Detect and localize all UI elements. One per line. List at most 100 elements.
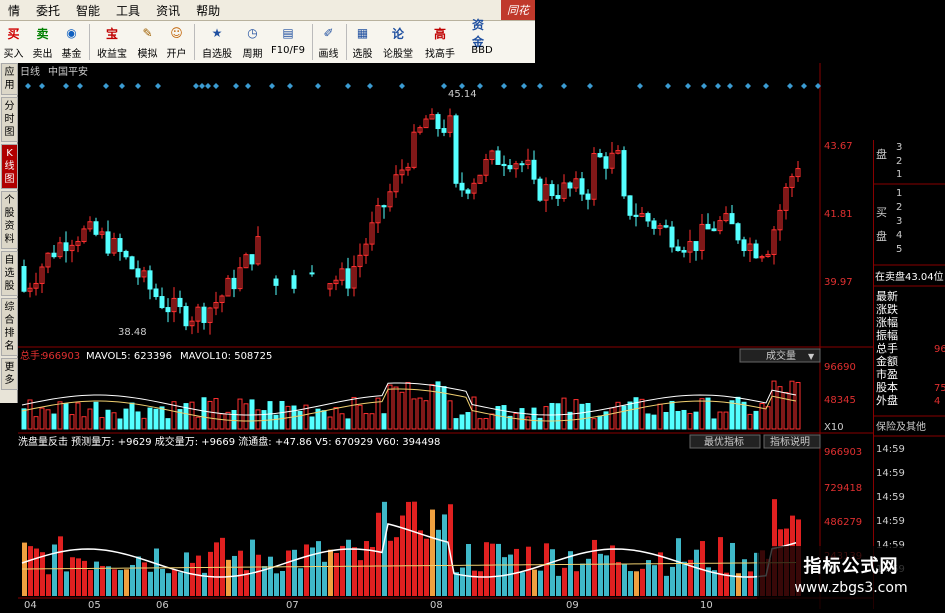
indicator-bar [418,530,423,596]
volume-bar [309,416,315,430]
candle-body [681,250,687,253]
indicator-bar [274,573,279,596]
menu-item[interactable]: 智能 [68,2,108,19]
volume-bar [651,414,657,430]
menu-item[interactable]: 情 [0,2,28,19]
volume-bar [69,414,75,430]
signal-diamond [561,83,567,89]
f10-button[interactable]: ▤ F10/F9 [268,21,308,61]
toolbar: 买买入卖卖出 ◉ 基金宝收益宝 ✎ 模拟 ☺ 开户 ★ 自选股 ◷ 周期 ▤ F10/F9 ✐ 画线 ▦ 选股论… [0,18,535,64]
chart-area[interactable]: 日线 中国平安 45.14 38.48 43.67 41.81 39.97 总手… [18,63,873,611]
volume-bar [147,407,153,430]
volume-bar [795,381,801,430]
side-tab[interactable]: 个股资料 [1,191,18,249]
indicator-bar [592,539,597,596]
menu-item[interactable]: 帮助 [188,2,228,19]
candle-body [741,239,747,252]
indicator-bar [334,552,339,596]
indicator-bar [394,537,399,596]
candle-body [603,156,609,169]
volume-bar [351,396,357,430]
x-tick: 05 [88,600,101,609]
toolbar-label: 开户 [166,49,187,60]
orderbook-row: 1 [896,169,902,180]
open-account-icon: ☺ [170,26,183,40]
indicator-bar [406,501,411,596]
candle-body [183,306,189,327]
expert-button[interactable]: 高找高手 [420,21,460,61]
period-button[interactable]: ◷ 周期 [239,21,266,61]
volume-bar [345,418,351,430]
stock-name: 中国平安 [48,65,88,78]
kline-chart-svg[interactable]: 日线 中国平安 45.14 38.48 43.67 41.81 39.97 总手… [18,63,873,611]
indicator-tick: 966903 [824,447,862,458]
candle-body [459,182,465,191]
sell-icon: 卖 [36,26,49,41]
indicator-bar [538,570,543,596]
tick-time: 14:59 [876,468,905,479]
bbd-button[interactable]: 资金 BBD [462,18,502,61]
open-account-button[interactable]: ☺ 开户 [163,21,190,61]
mavol5-label: MAVOL5: 623396 [86,351,172,362]
quote-field-label: 金额 [876,354,898,368]
candle-body [645,213,651,222]
shouyibao-button[interactable]: 宝收益宝 [92,21,132,61]
candles [21,108,801,335]
indicator-bar [556,575,561,596]
orderbook-row: 5 [896,244,902,255]
volume-bar [237,398,243,430]
candle-body [441,128,447,133]
indicator-tick: 729418 [824,483,862,494]
signal-diamond [727,83,733,89]
signal-diamond [587,83,593,89]
indicator-tick: 486279 [824,517,862,528]
simulate-button[interactable]: ✎ 模拟 [134,21,161,61]
stock-pick-button[interactable]: ▦ 选股 [349,21,376,61]
toolbar-label: F10/F9 [271,45,305,56]
watchlist-button[interactable]: ★ 自选股 [197,21,237,61]
candle-body [147,270,153,290]
volume-bar [759,403,765,430]
side-tab[interactable]: 应用 [1,63,18,95]
sell-button[interactable]: 卖卖出 [29,21,56,61]
orderbook-row: 2 [896,156,902,167]
candle-body [135,268,141,278]
toolbar-label: 周期 [242,49,263,60]
volume-bar [681,409,687,430]
fund-button[interactable]: ◉ 基金 [58,21,85,61]
side-tab[interactable]: 分时图 [1,97,18,142]
candle-body [675,246,681,252]
side-tab[interactable]: 自选股 [1,251,18,296]
indicator-bar [268,556,273,596]
indicator-bar [118,570,123,596]
side-tab[interactable]: 综合排名 [1,298,18,356]
period-label: 日线 [20,65,40,78]
volume-bar [597,415,603,430]
indicator-bar [712,570,717,596]
volume-bar [585,403,591,430]
signal-diamond [135,83,141,89]
volume-bar [327,416,333,430]
forum-button[interactable]: 论论股堂 [378,21,418,61]
signal-diamond [537,83,543,89]
side-tab[interactable]: K线图 [1,144,18,189]
volume-bar [105,409,111,430]
volume-bar [771,380,777,430]
volume-total-label: 总手: [20,349,43,362]
draw-line-button[interactable]: ✐ 画线 [315,21,342,61]
volume-bar [357,404,363,430]
menu-item[interactable]: 委托 [28,2,68,19]
buy-button[interactable]: 买买入 [0,21,27,61]
candle-body [501,163,507,167]
menu-item[interactable]: 资讯 [148,2,188,19]
quote-field-label: 振幅 [876,328,898,342]
side-tab[interactable]: 更多 [1,358,18,390]
volume-bar [549,402,555,430]
volume-bar [279,400,285,430]
volume-tick: X10 [824,422,844,433]
signal-diamond [763,83,769,89]
menu-item[interactable]: 工具 [108,2,148,19]
volume-bar [561,397,567,430]
indicator-bar [580,563,585,596]
signal-diamond [63,83,69,89]
